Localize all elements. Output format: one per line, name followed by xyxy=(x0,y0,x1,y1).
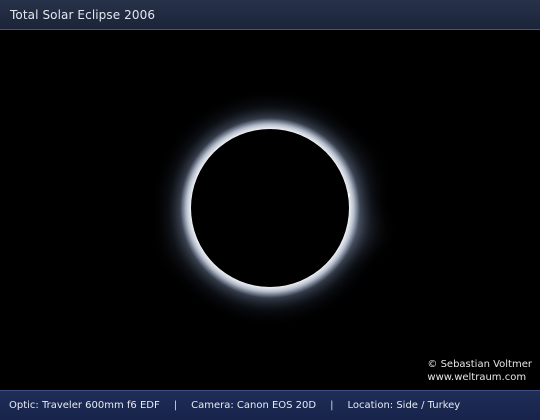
eclipse-photo: © Sebastian Voltmer www.weltraum.com xyxy=(0,30,540,390)
moon-disk xyxy=(191,129,349,287)
separator: | xyxy=(173,400,178,411)
optic-info: Optic: Traveler 600mm f6 EDF xyxy=(9,400,160,411)
camera-info: Camera: Canon EOS 20D xyxy=(191,400,317,411)
location-info: Location: Side / Turkey xyxy=(347,400,461,411)
eclipse-photo-frame: Total Solar Eclipse 2006 © Sebastian Vol… xyxy=(0,0,540,420)
credit-name: © Sebastian Voltmer xyxy=(427,359,532,370)
photo-credit: © Sebastian Voltmer www.weltraum.com xyxy=(427,358,532,384)
title-bar: Total Solar Eclipse 2006 xyxy=(0,0,540,30)
eclipse-image xyxy=(0,30,540,390)
page-title: Total Solar Eclipse 2006 xyxy=(10,8,156,22)
separator: | xyxy=(330,400,334,411)
caption-bar: Optic: Traveler 600mm f6 EDF | Camera: C… xyxy=(0,390,540,420)
credit-url: www.weltraum.com xyxy=(427,372,527,383)
